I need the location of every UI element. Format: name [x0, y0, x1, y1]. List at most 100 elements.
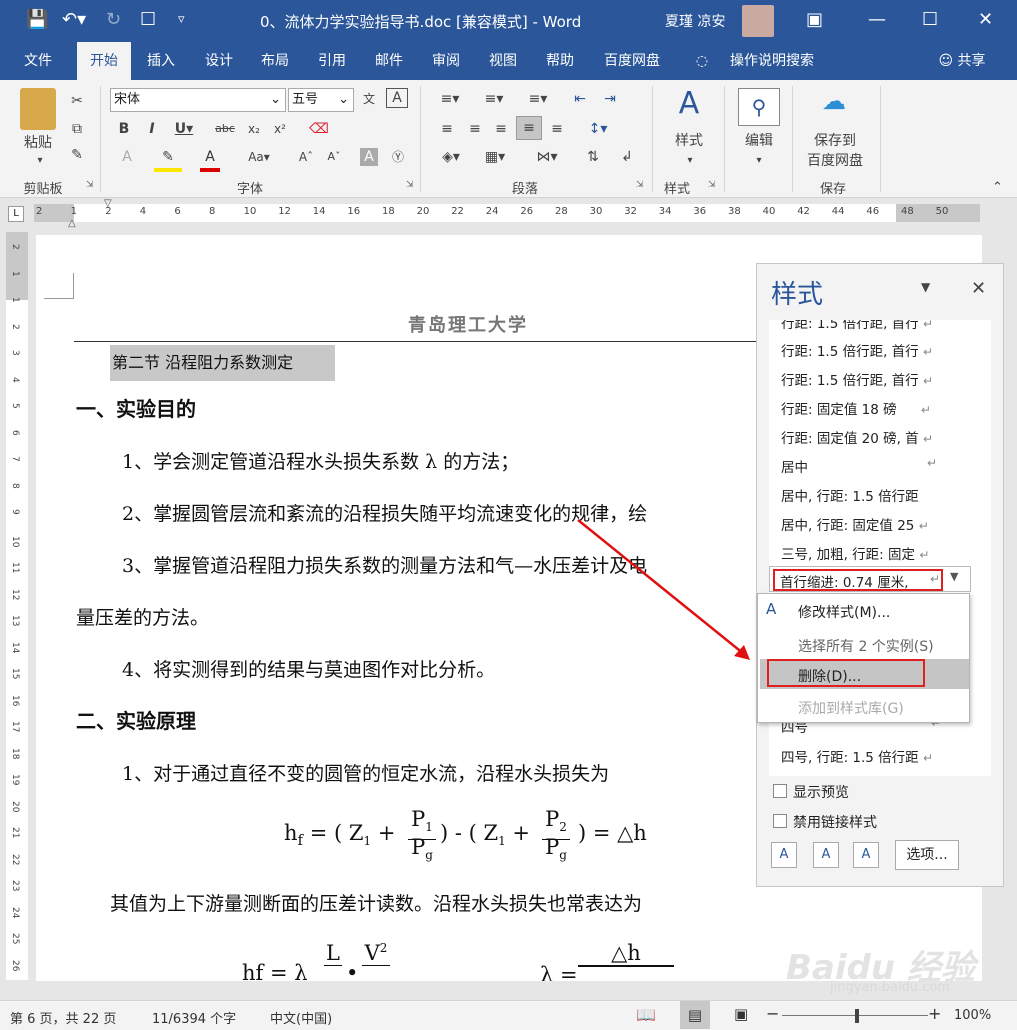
redo-icon[interactable]: ↻	[106, 10, 121, 30]
italic-icon[interactable]: I	[144, 118, 160, 140]
tell-me-search[interactable]: 操作说明搜索	[722, 42, 822, 80]
style-inspector-icon[interactable]: A	[813, 842, 839, 868]
zoom-level[interactable]: 100%	[954, 1008, 991, 1023]
paragraph-2[interactable]: 2、掌握圆管层流和紊流的沿程损失随平均流速变化的规律，绘	[122, 499, 647, 526]
minimize-icon[interactable]: —	[868, 10, 886, 30]
clear-formatting-icon[interactable]: ⌫	[308, 118, 330, 140]
show-marks-icon[interactable]: ↲	[616, 146, 638, 168]
tab-references[interactable]: 引用	[307, 42, 357, 80]
tab-help[interactable]: 帮助	[535, 42, 585, 80]
tab-review[interactable]: 审阅	[421, 42, 471, 80]
menu-item-add-gallery[interactable]: 添加到样式库(G)	[798, 698, 904, 718]
touch-mode-icon[interactable]: ☐	[140, 10, 156, 30]
user-name[interactable]: 夏瑾 凉安	[665, 11, 725, 31]
new-style-icon[interactable]: A	[771, 842, 797, 868]
change-case-icon[interactable]: Aa▾	[244, 146, 274, 168]
close-icon[interactable]: ✕	[978, 10, 993, 30]
maximize-icon[interactable]: ☐	[922, 10, 938, 30]
align-right-icon[interactable]: ≡	[490, 118, 512, 140]
tab-baidu-netdisk[interactable]: 百度网盘	[594, 42, 670, 80]
menu-item-modify[interactable]: 修改样式(M)...	[798, 602, 890, 622]
chinese-layout-icon[interactable]: ⋈▾	[530, 146, 564, 168]
strikethrough-icon[interactable]: abc	[212, 118, 238, 140]
tab-selector-icon[interactable]: L	[8, 206, 24, 222]
zoom-in-icon[interactable]: +	[928, 1004, 941, 1023]
paragraph-1[interactable]: 1、学会测定管道沿程水头损失系数 λ 的方法；	[122, 447, 519, 474]
text-effects-icon[interactable]: A	[116, 146, 138, 168]
share-button[interactable]: ☺ 共享	[932, 42, 992, 80]
style-item[interactable]: 行距: 固定值 20 磅, 首 ↵	[781, 427, 933, 447]
undo-icon[interactable]: ↶▾	[62, 10, 86, 30]
style-dropdown-icon[interactable]: ▼	[950, 570, 958, 583]
horizontal-ruler[interactable]: L 2 1 2 4 6 8 10 12 14 16 18 20 22 24 26 28 30 32 34 36 38 40…	[0, 198, 1017, 230]
save-icon[interactable]: 💾	[26, 10, 48, 30]
styles-button[interactable]: 样式	[664, 130, 714, 152]
increase-indent-icon[interactable]: ⇥	[598, 88, 622, 110]
format-painter-icon[interactable]: ✎	[66, 144, 88, 166]
underline-icon[interactable]: U▾	[170, 118, 198, 140]
zoom-out-icon[interactable]: −	[766, 1004, 779, 1023]
pane-options-icon[interactable]: ▼	[921, 280, 930, 294]
character-border-icon[interactable]: A	[386, 88, 408, 108]
ribbon-display-options-icon[interactable]: ▣	[806, 10, 823, 30]
shrink-font-icon[interactable]: Aˇ	[326, 146, 342, 168]
font-launcher-icon[interactable]: ⇲	[406, 180, 414, 190]
character-shading-icon[interactable]: A	[360, 148, 378, 166]
first-line-indent-marker[interactable]: ▽	[104, 198, 112, 209]
paragraph-3-continued[interactable]: 量压差的方法。	[76, 603, 209, 630]
superscript-icon[interactable]: x²	[270, 118, 290, 140]
formula-1[interactable]: hf = ( Z1 + P1 Pg ) - ( Z1 + P2 Pg ) = △…	[284, 807, 684, 867]
customize-toolbar-icon[interactable]: ▿	[178, 10, 185, 30]
editing-dropdown-icon[interactable]: ▾	[749, 150, 769, 172]
bold-icon[interactable]: B	[116, 118, 132, 140]
manage-styles-icon[interactable]: A	[853, 842, 879, 868]
read-mode-icon[interactable]: 📖	[636, 1005, 656, 1024]
style-item[interactable]: 行距: 1.5 倍行距, 首行 ↵	[781, 369, 933, 389]
close-pane-icon[interactable]: ✕	[971, 278, 986, 299]
paragraph-launcher-icon[interactable]: ⇲	[636, 180, 644, 190]
vertical-ruler[interactable]: 2 1 1 2 3 4 5 6 7 8 9 10 11 12 13 14 15 16 17 18 19 20 21 22 23 2…	[6, 232, 28, 980]
highlight-icon[interactable]: ✎	[154, 146, 182, 172]
style-item[interactable]: 居中 ↵	[781, 456, 937, 476]
shading-icon[interactable]: ◈▾	[434, 146, 468, 168]
style-item[interactable]: 居中, 行距: 1.5 倍行距	[781, 485, 919, 505]
baidu-cloud-icon[interactable]: ☁	[816, 89, 852, 113]
font-color-icon[interactable]: A	[200, 146, 220, 172]
borders-icon[interactable]: ▦▾	[478, 146, 512, 168]
editing-button[interactable]: 编辑	[734, 130, 784, 152]
paragraph-6[interactable]: 其值为上下游量测断面的压差计读数。沿程水头损失也常表达为	[110, 889, 642, 916]
styles-dropdown-icon[interactable]: ▾	[680, 150, 700, 172]
paragraph-5[interactable]: 1、对于通过直径不变的圆管的恒定水流，沿程水头损失为	[122, 759, 609, 786]
phonetic-guide-icon[interactable]: 文	[358, 88, 380, 110]
menu-item-delete[interactable]: 删除(D)...	[798, 666, 861, 686]
font-name-combo[interactable]: 宋体 ⌄	[110, 88, 286, 112]
sort-icon[interactable]: ⇅	[582, 146, 604, 168]
tab-layout[interactable]: 布局	[250, 42, 300, 80]
justify-icon[interactable]: ≡	[516, 116, 542, 140]
decrease-indent-icon[interactable]: ⇤	[568, 88, 592, 110]
tab-design[interactable]: 设计	[194, 42, 244, 80]
multilevel-list-icon[interactable]: ≡▾	[520, 88, 556, 110]
tab-insert[interactable]: 插入	[136, 42, 186, 80]
numbering-icon[interactable]: ≡▾	[476, 88, 512, 110]
options-button[interactable]: 选项...	[895, 840, 959, 870]
formula-2[interactable]: hf = λ L • V2 λ = △h	[242, 941, 722, 981]
style-item[interactable]: 居中, 行距: 固定值 25 ↵	[781, 514, 929, 534]
style-item[interactable]: 行距: 1.5 倍行距, 首行 ↵	[781, 320, 933, 332]
page-count[interactable]: 第 6 页，共 22 页	[10, 1008, 116, 1027]
style-item[interactable]: 三号, 加粗, 行距: 固定 ↵	[781, 543, 929, 563]
styles-icon[interactable]: A	[664, 86, 714, 122]
tab-file[interactable]: 文件	[12, 42, 64, 80]
clipboard-launcher-icon[interactable]: ⇲	[86, 180, 94, 190]
save-to-netdisk-line1[interactable]: 保存到	[798, 130, 872, 152]
show-preview-checkbox[interactable]	[773, 784, 787, 798]
print-layout-icon[interactable]: ▤	[680, 1001, 710, 1029]
subscript-icon[interactable]: x₂	[244, 118, 264, 140]
avatar[interactable]	[742, 5, 774, 37]
hanging-indent-marker[interactable]: △	[68, 218, 76, 229]
style-item[interactable]: 行距: 固定值 18 磅 ↵	[781, 398, 931, 418]
copy-icon[interactable]: ⧉	[66, 118, 88, 140]
tab-mailings[interactable]: 邮件	[364, 42, 414, 80]
word-count[interactable]: 11/6394 个字	[152, 1008, 236, 1027]
collapse-ribbon-icon[interactable]: ⌃	[992, 180, 1003, 195]
